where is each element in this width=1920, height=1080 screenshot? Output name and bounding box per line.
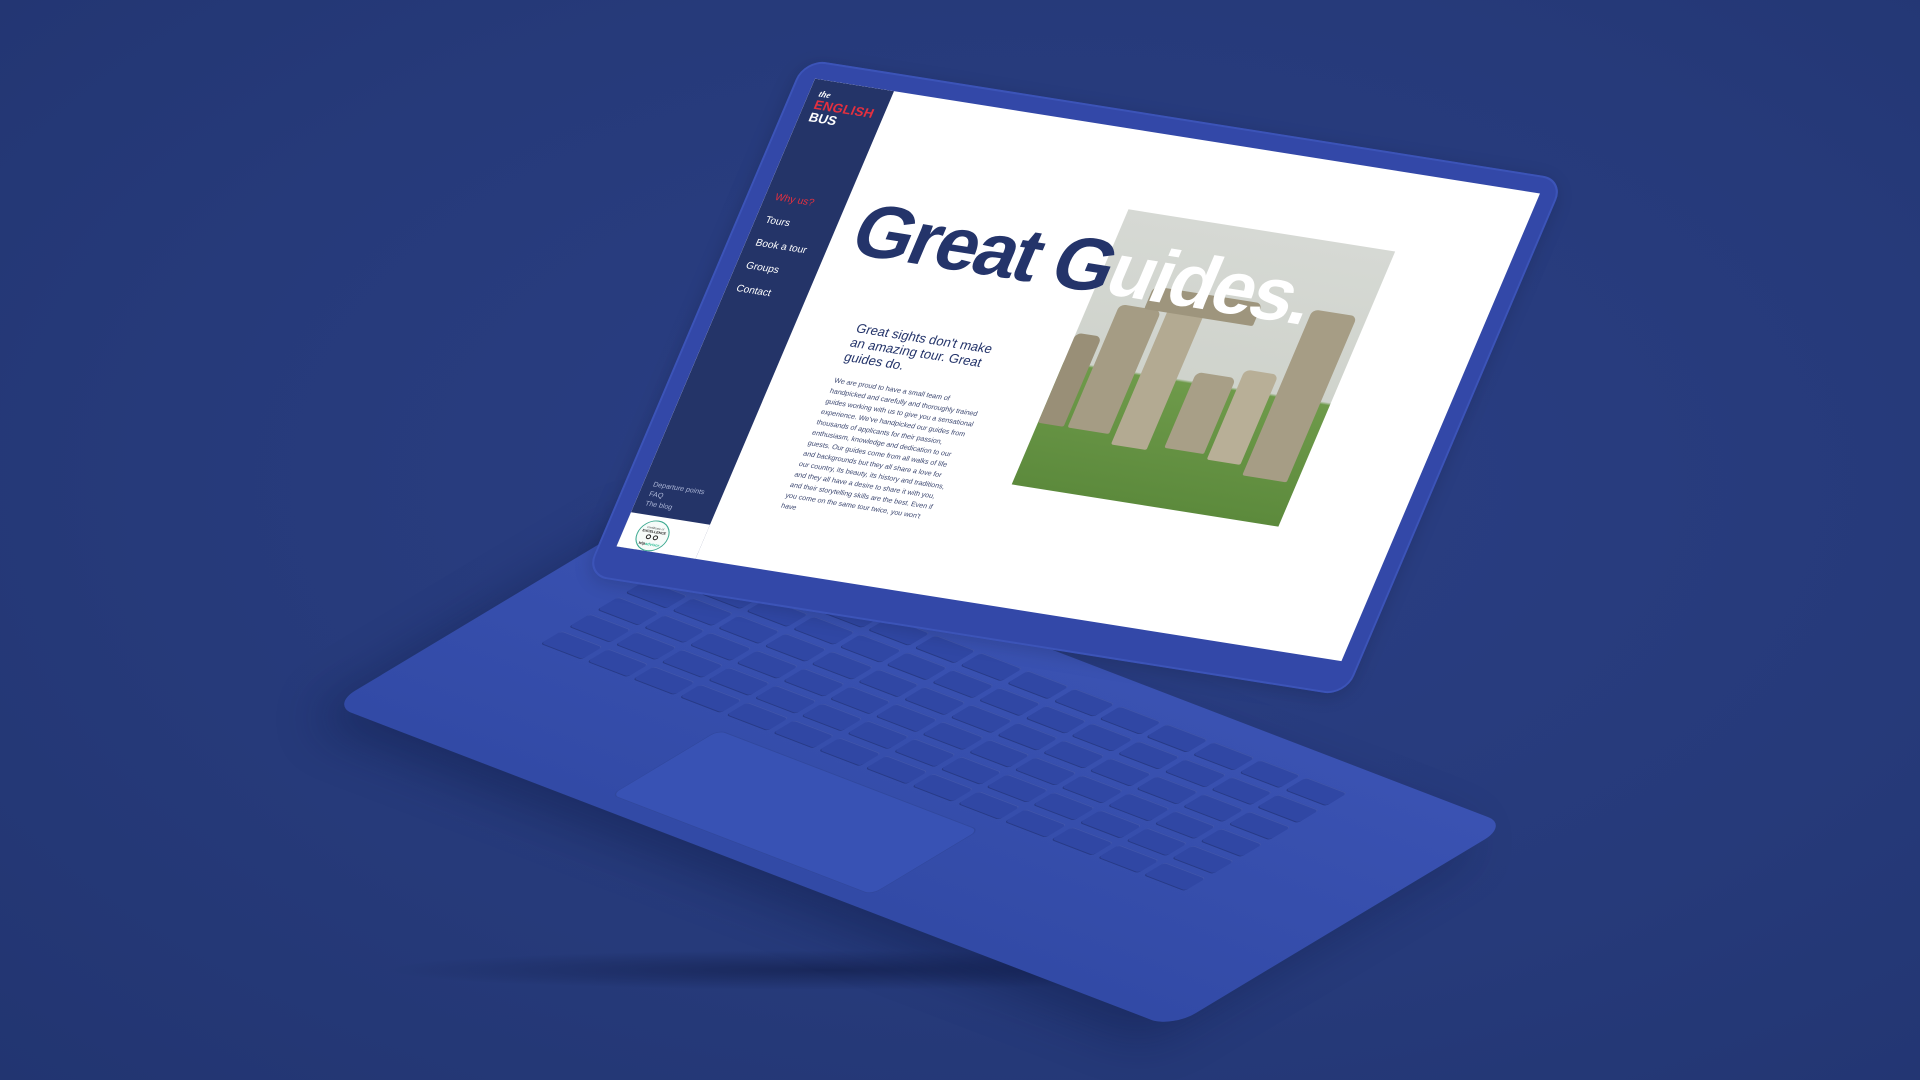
badge-area: Certificate of EXCELLENCE tripadvisor [616, 512, 710, 559]
main-nav: Why us? Tours Book a tour Groups Contact [729, 192, 828, 314]
nav-item-tours[interactable]: Tours [763, 215, 818, 233]
secondary-nav: Departure points FAQ The blog [642, 482, 706, 519]
mockup-stage: the ENGLISH BUS Why us? Tours Book a tou… [0, 0, 1920, 1080]
wordmark-advisor: advisor [644, 540, 661, 548]
site-logo[interactable]: the ENGLISH BUS [806, 89, 880, 133]
headline-word-great: Great [839, 188, 1056, 298]
nav-item-why-us[interactable]: Why us? [773, 192, 828, 210]
laptop-screen: the ENGLISH BUS Why us? Tours Book a tou… [616, 78, 1540, 662]
nav-item-book-a-tour[interactable]: Book a tour [754, 238, 809, 256]
hero-body-text: We are proud to have a small team of han… [779, 377, 979, 521]
tripadvisor-wordmark: tripadvisor [638, 539, 660, 547]
tripadvisor-badge[interactable]: Certificate of EXCELLENCE tripadvisor [630, 518, 675, 554]
hero-subheading: Great sights don't make an amazing tour.… [841, 320, 996, 373]
nav-item-contact[interactable]: Contact [734, 283, 789, 301]
nav-item-groups[interactable]: Groups [744, 260, 799, 278]
